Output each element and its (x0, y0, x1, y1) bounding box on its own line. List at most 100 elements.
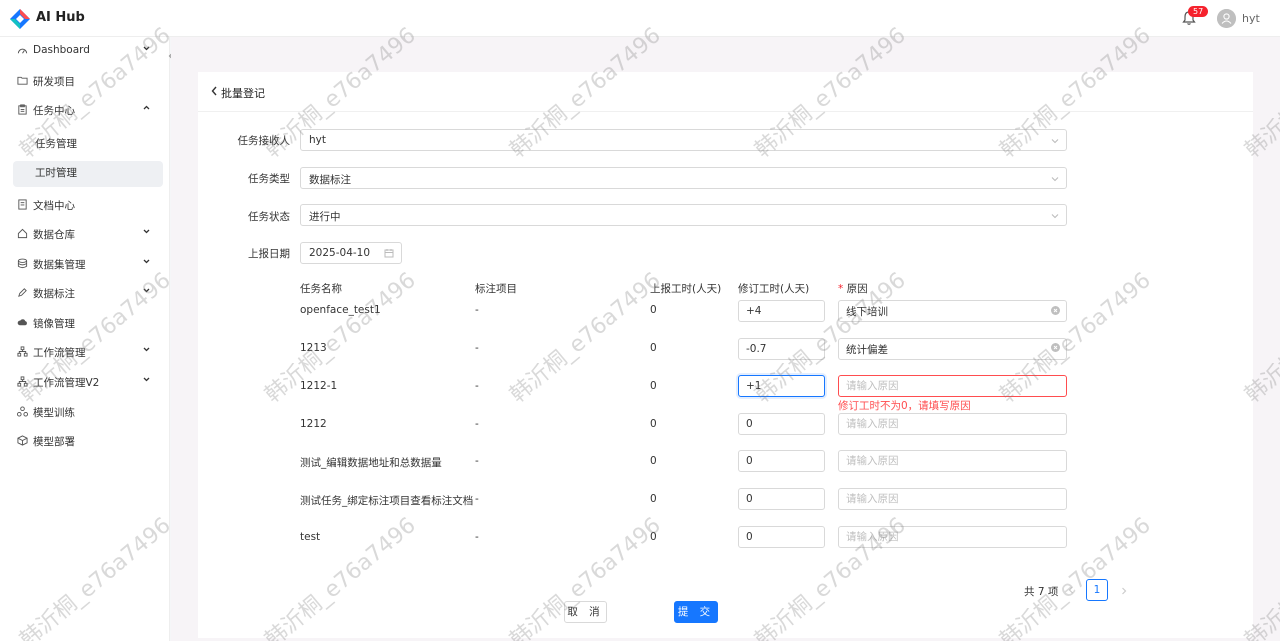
revised-hours-input[interactable] (738, 526, 825, 548)
revised-hours-input[interactable] (738, 338, 825, 360)
page-title: 批量登记 (221, 87, 265, 100)
sidebar-item-label: 模型训练 (33, 407, 75, 419)
sidebar-item-label: 任务中心 (33, 105, 75, 117)
row-project: - (475, 342, 479, 354)
sidebar-item-label: 文档中心 (33, 200, 75, 212)
revised-hours-input[interactable] (738, 450, 825, 472)
row-task-name: test (300, 531, 321, 543)
document-icon (18, 199, 27, 210)
top-bar: AI Hub 57 hyt (0, 0, 1280, 37)
type-select[interactable]: 数据标注 (300, 167, 1067, 189)
row-task-name: 测试任务_绑定标注项目查看标注文档 (300, 495, 474, 507)
chevron-left-icon[interactable] (1066, 585, 1076, 595)
workflow-icon (17, 376, 28, 387)
sidebar-item-model-deploy[interactable]: 模型部署 (0, 430, 170, 456)
cancel-button[interactable]: 取 消 (564, 601, 607, 623)
reason-header-text: 原因 (846, 283, 868, 295)
sidebar-item-dashboard[interactable]: Dashboard (0, 40, 170, 66)
sidebar-item-label: 数据集管理 (33, 259, 86, 271)
avatar-icon[interactable] (1217, 9, 1236, 28)
pen-icon (18, 288, 27, 297)
sidebar-item-docs[interactable]: 文档中心 (0, 194, 170, 220)
row-project: - (475, 455, 479, 467)
sidebar-item-task-center[interactable]: 任务中心 (0, 99, 170, 125)
ai-hub-logo-icon[interactable] (9, 8, 31, 30)
clear-icon[interactable] (1051, 343, 1060, 352)
reason-input[interactable] (838, 526, 1067, 548)
dashboard-icon (17, 48, 28, 54)
sidebar-item-label: 任务管理 (35, 138, 77, 150)
sidebar-item-worktime-management[interactable]: 工时管理 (13, 161, 163, 187)
back-arrow-icon[interactable] (210, 85, 219, 97)
row-reported: 0 (650, 380, 657, 392)
revised-hours-input[interactable] (738, 413, 825, 435)
chevron-down-icon (1051, 139, 1059, 144)
row-reported: 0 (650, 342, 657, 354)
reason-error-message: 修订工时不为0，请填写原因 (838, 400, 971, 412)
receiver-value: hyt (309, 134, 326, 146)
chevron-down-icon (143, 229, 150, 234)
reason-input[interactable] (838, 488, 1067, 510)
row-task-name: 1212-1 (300, 380, 338, 392)
sidebar-item-label: 工作流管理 (33, 347, 86, 359)
receiver-select[interactable]: hyt (300, 129, 1067, 151)
row-task-name: openface_test1 (300, 304, 381, 316)
calendar-icon (384, 249, 394, 258)
reason-input[interactable] (838, 300, 1067, 322)
status-select[interactable]: 进行中 (300, 204, 1067, 226)
sidebar-item-label: 镜像管理 (33, 318, 75, 330)
row-reported: 0 (650, 418, 657, 430)
reason-input[interactable] (838, 450, 1067, 472)
date-label: 上报日期 (248, 248, 290, 260)
pagination-page-1[interactable]: 1 (1086, 579, 1108, 601)
revised-hours-input[interactable] (738, 300, 825, 322)
revised-hours-input[interactable] (738, 375, 825, 397)
revised-hours-input[interactable] (738, 488, 825, 510)
username[interactable]: hyt (1242, 12, 1260, 25)
col-header-revised: 修订工时(人天) (738, 283, 810, 295)
reason-input[interactable] (838, 413, 1067, 435)
sidebar-item-annotation[interactable]: 数据标注 (0, 282, 170, 308)
sidebar-item-label: 工时管理 (35, 167, 77, 179)
reason-input[interactable] (838, 375, 1067, 397)
type-label: 任务类型 (248, 173, 290, 185)
row-reported: 0 (650, 493, 657, 505)
row-reported: 0 (650, 304, 657, 316)
row-reported: 0 (650, 531, 657, 543)
chevron-down-icon (143, 46, 150, 51)
sidebar-item-task-management[interactable]: 任务管理 (13, 132, 163, 158)
row-project: - (475, 493, 479, 505)
cloud-icon (17, 319, 27, 326)
status-value: 进行中 (309, 211, 341, 223)
row-task-name: 1213 (300, 342, 327, 354)
receiver-label: 任务接收人 (237, 135, 291, 147)
sidebar-item-label: 模型部署 (33, 436, 75, 448)
workflow-icon (17, 346, 28, 357)
sidebar-item-workflow[interactable]: 工作流管理 (0, 341, 170, 367)
sidebar-item-model-training[interactable]: 模型训练 (0, 401, 170, 427)
sidebar-item-label: 研发项目 (33, 76, 75, 88)
row-task-name: 测试_编辑数据地址和总数据量 (300, 457, 442, 469)
date-picker[interactable]: 2025-04-10 (300, 242, 402, 264)
chevron-down-icon (1051, 214, 1059, 219)
sidebar-item-data-warehouse[interactable]: 数据仓库 (0, 223, 170, 249)
col-header-project: 标注项目 (475, 283, 517, 295)
type-value: 数据标注 (309, 174, 351, 186)
status-label: 任务状态 (248, 211, 290, 223)
row-task-name: 1212 (300, 418, 327, 430)
app-title: AI Hub (36, 10, 85, 25)
clear-icon[interactable] (1051, 306, 1060, 315)
sidebar (0, 37, 170, 641)
batch-register-card (198, 72, 1253, 638)
sidebar-item-workflow-v2[interactable]: 工作流管理V2 (0, 371, 170, 397)
chevron-right-icon[interactable] (1119, 586, 1129, 596)
date-value: 2025-04-10 (309, 247, 371, 259)
reason-input[interactable] (838, 338, 1067, 360)
sidebar-item-images[interactable]: 镜像管理 (0, 312, 170, 338)
submit-button[interactable]: 提 交 (674, 601, 718, 623)
chevron-down-icon (143, 347, 150, 352)
deploy-icon (17, 435, 28, 446)
sidebar-item-dataset[interactable]: 数据集管理 (0, 253, 170, 279)
chevron-down-icon (143, 288, 150, 293)
sidebar-item-projects[interactable]: 研发项目 (0, 70, 170, 96)
